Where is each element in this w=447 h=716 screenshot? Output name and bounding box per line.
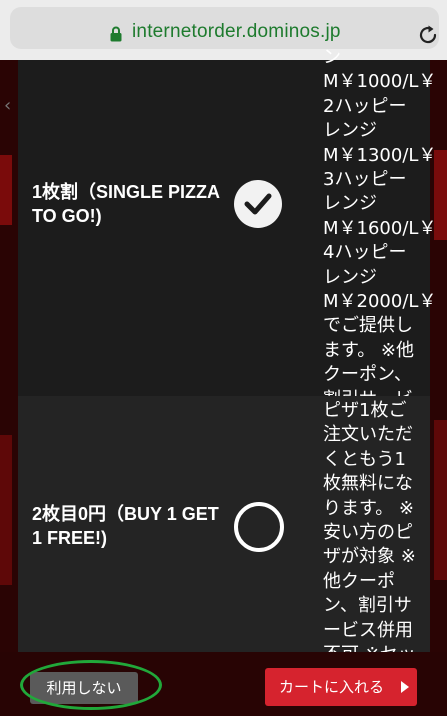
option-description: ピザ1枚ご 注文いただ くともう1 枚無料にな ります。 ※ 安い方のピ ザが対… — [323, 400, 416, 652]
add-to-cart-label: カートに入れる — [279, 678, 385, 696]
option-buy-one-get-one[interactable]: 2枚目0円（BUY 1 GET 1 FREE!) ピザ1枚ご 注文いただ くとも… — [18, 396, 430, 652]
radio-unselected-icon[interactable] — [234, 502, 284, 552]
address-field[interactable]: internetorder.dominos.jp — [10, 7, 439, 49]
reload-icon[interactable] — [416, 23, 440, 47]
play-arrow-icon — [401, 681, 409, 693]
option-description: ン M￥1000/L￥ 2ハッピー レンジ M￥1300/L￥ 3ハッピー レン… — [323, 47, 437, 396]
highlight-ellipse — [20, 660, 162, 710]
option-title: 1枚割（SINGLE PIZZA TO GO!) — [32, 182, 220, 226]
option-title: 2枚目0円（BUY 1 GET 1 FREE!) — [32, 504, 219, 548]
option-single-pizza[interactable]: 1枚割（SINGLE PIZZA TO GO!) ン M￥1000/L￥ 2ハッ… — [18, 47, 436, 396]
url-text: internetorder.dominos.jp — [132, 21, 341, 42]
checkmark-icon[interactable] — [234, 180, 282, 228]
chevron-left-icon: ‹ — [4, 95, 12, 116]
backdrop-accent — [0, 435, 12, 585]
backdrop-accent — [0, 155, 12, 225]
add-to-cart-button[interactable]: カートに入れる — [265, 668, 417, 706]
coupon-option-dialog: 1枚割（SINGLE PIZZA TO GO!) ン M￥1000/L￥ 2ハッ… — [18, 47, 436, 652]
lock-icon — [110, 26, 122, 42]
